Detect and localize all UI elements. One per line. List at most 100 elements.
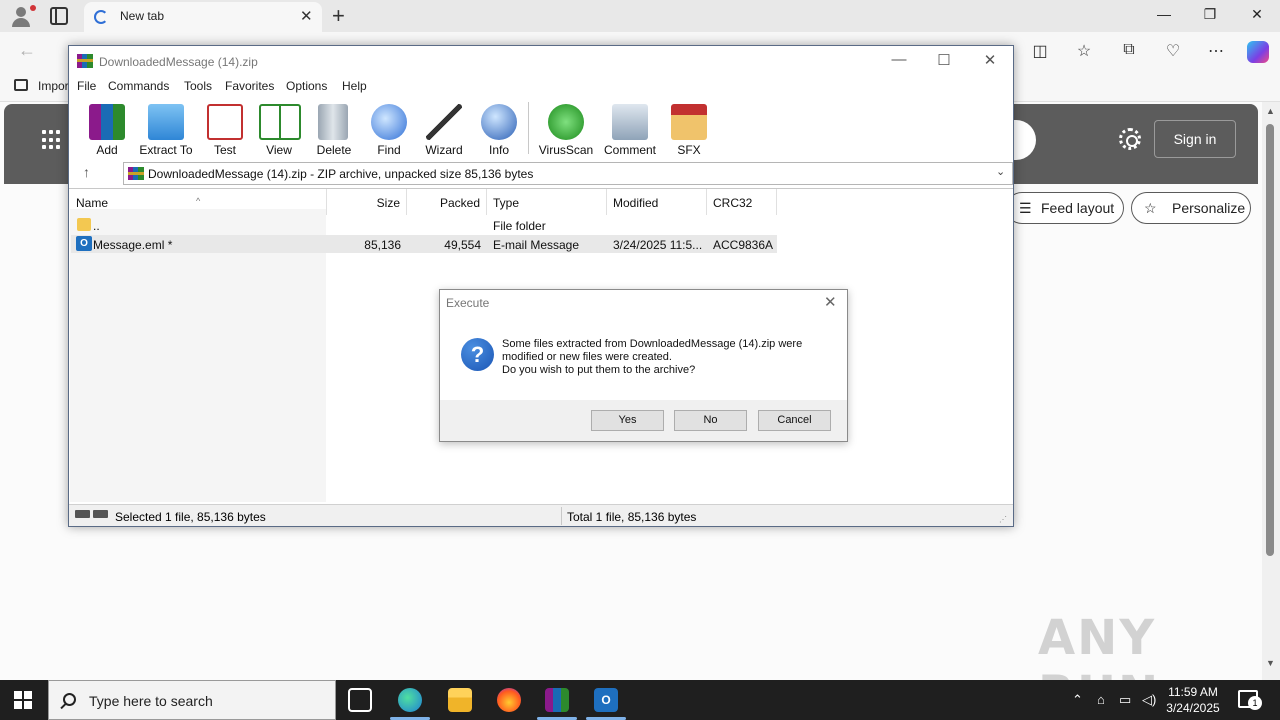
network-icon[interactable]: ▭ [1119,692,1131,708]
winrar-maximize-icon[interactable]: ☐ [934,51,954,69]
menu-tools[interactable]: Tools [184,79,212,93]
info-button[interactable]: Info [477,102,521,158]
scroll-thumb[interactable] [1266,124,1274,556]
drive-key-icon [75,510,109,520]
dialog-message: Some files extracted from DownloadedMess… [502,338,832,377]
firefox-icon[interactable] [497,688,521,712]
column-header-crc32[interactable]: CRC32 [707,189,777,215]
dialog-close-icon[interactable]: ✕ [824,293,837,311]
find-label: Find [377,143,401,157]
add-button[interactable]: Add [81,102,133,158]
table-row-parent-folder[interactable]: .. File folder [71,216,777,234]
back-arrow-icon[interactable]: ← [18,40,36,61]
row-type: E-mail Message [493,238,580,252]
menu-favorites[interactable]: Favorites [225,79,274,93]
find-button[interactable]: Find [367,102,411,158]
profile-icon[interactable] [8,4,36,28]
winrar-close-icon[interactable]: ✕ [980,51,1000,69]
resize-grip-icon[interactable]: ⋰ [999,515,1007,524]
magic-wand-icon [426,104,462,140]
edge-taskbar-icon[interactable] [398,688,422,712]
chevron-up-icon[interactable]: ⌃ [1072,692,1083,708]
column-header-packed[interactable]: Packed [407,189,487,215]
delete-button[interactable]: Delete [309,102,359,158]
taskbar-search-box[interactable]: Type here to search [48,680,336,720]
info-icon [481,104,517,140]
cancel-button[interactable]: Cancel [758,410,831,431]
no-button[interactable]: No [674,410,747,431]
status-divider [561,507,562,525]
chevron-down-icon[interactable]: ⌄ [996,165,1005,178]
test-button[interactable]: Test [201,102,249,158]
dialog-message-line: modified or new files were created. [502,351,672,363]
page-scrollbar[interactable]: ▲ ▼ [1262,102,1280,680]
minimize-icon[interactable]: — [1154,6,1174,22]
column-header-name[interactable]: Name ^ [70,189,327,215]
wizard-button[interactable]: Wizard [419,102,469,158]
device-icon[interactable]: ⌂ [1097,692,1105,707]
sign-in-button[interactable]: Sign in [1154,120,1236,158]
row-modified: 3/24/2025 11:5... [613,238,703,252]
view-button[interactable]: View [255,102,303,158]
sort-ascending-icon: ^ [196,196,201,206]
comment-button[interactable]: Comment [599,102,661,158]
info-label: Info [488,143,509,157]
system-clock[interactable]: 11:59 AM 3/24/2025 [1160,684,1226,716]
winrar-taskbar-icon[interactable] [545,688,569,712]
new-tab-icon[interactable]: + [332,3,345,29]
dialog-message-line: Some files extracted from DownloadedMess… [502,338,803,350]
view-label: View [266,143,292,157]
more-menu-icon[interactable]: ⋯ [1205,41,1227,61]
file-explorer-icon[interactable] [448,688,472,712]
virusscan-button[interactable]: VirusScan [535,102,597,158]
extract-to-button[interactable]: Extract To [135,102,197,158]
sfx-box-icon [671,104,707,140]
menu-commands[interactable]: Commands [108,79,169,93]
split-screen-icon[interactable]: ◫ [1029,41,1051,61]
restore-icon[interactable]: ❐ [1200,6,1220,23]
bug-scan-icon [548,104,584,140]
archive-icon [128,167,144,180]
close-window-icon[interactable]: ✕ [1247,6,1267,23]
windows-start-icon[interactable] [14,691,32,709]
personalize-button[interactable]: ☆ Personalize [1131,192,1251,224]
menu-file[interactable]: File [77,79,96,93]
notification-icon[interactable]: 1 [1238,690,1262,710]
favorites-import-item[interactable]: Impor [38,79,69,93]
settings-gear-icon[interactable] [1119,128,1141,150]
table-row-message[interactable]: O Message.eml * 85,136 49,554 E-mail Mes… [71,235,777,253]
column-header-type[interactable]: Type [487,189,607,215]
browser-tab[interactable]: New tab ✕ [84,2,322,32]
sparkle-star-icon: ☆ [1144,200,1157,216]
up-arrow-icon[interactable]: ↑ [83,164,90,180]
status-bar: Selected 1 file, 85,136 bytes Total 1 fi… [69,504,1013,526]
menu-options[interactable]: Options [286,79,327,93]
delete-label: Delete [316,143,352,157]
comment-label: Comment [603,143,656,157]
feed-layout-button[interactable]: ☰ Feed layout [1006,192,1124,224]
tab-actions-icon[interactable] [50,7,68,25]
winrar-title-bar[interactable]: DownloadedMessage (14).zip — ☐ ✕ [69,46,1013,76]
yes-button[interactable]: Yes [591,410,664,431]
outlook-email-icon: O [76,236,92,251]
collections-icon[interactable]: ⧉ [1118,41,1140,59]
copilot-icon[interactable] [1247,41,1269,63]
clipboard-check-icon [207,104,243,140]
dialog-message-line: Do you wish to put them to the archive? [502,364,696,376]
apps-launcher-icon[interactable] [42,130,62,150]
browser-essentials-icon[interactable]: ♡ [1162,41,1184,61]
scroll-up-icon[interactable]: ▲ [1266,106,1275,116]
column-header-size[interactable]: Size [327,189,407,215]
volume-icon[interactable]: ◁) [1142,692,1156,708]
outlook-taskbar-icon[interactable]: O [594,688,618,712]
question-icon: ? [461,338,494,371]
address-field[interactable]: DownloadedMessage (14).zip - ZIP archive… [123,162,1013,185]
favorites-star-icon[interactable]: ☆ [1073,41,1095,61]
dialog-content: Execute ✕ ? Some files extracted from Do… [440,290,847,400]
column-header-modified[interactable]: Modified [607,189,707,215]
close-tab-icon[interactable]: ✕ [300,7,313,25]
sfx-button[interactable]: SFX [667,102,711,158]
winrar-minimize-icon[interactable]: — [889,51,909,68]
menu-help[interactable]: Help [342,79,367,93]
task-view-icon[interactable] [348,688,372,712]
